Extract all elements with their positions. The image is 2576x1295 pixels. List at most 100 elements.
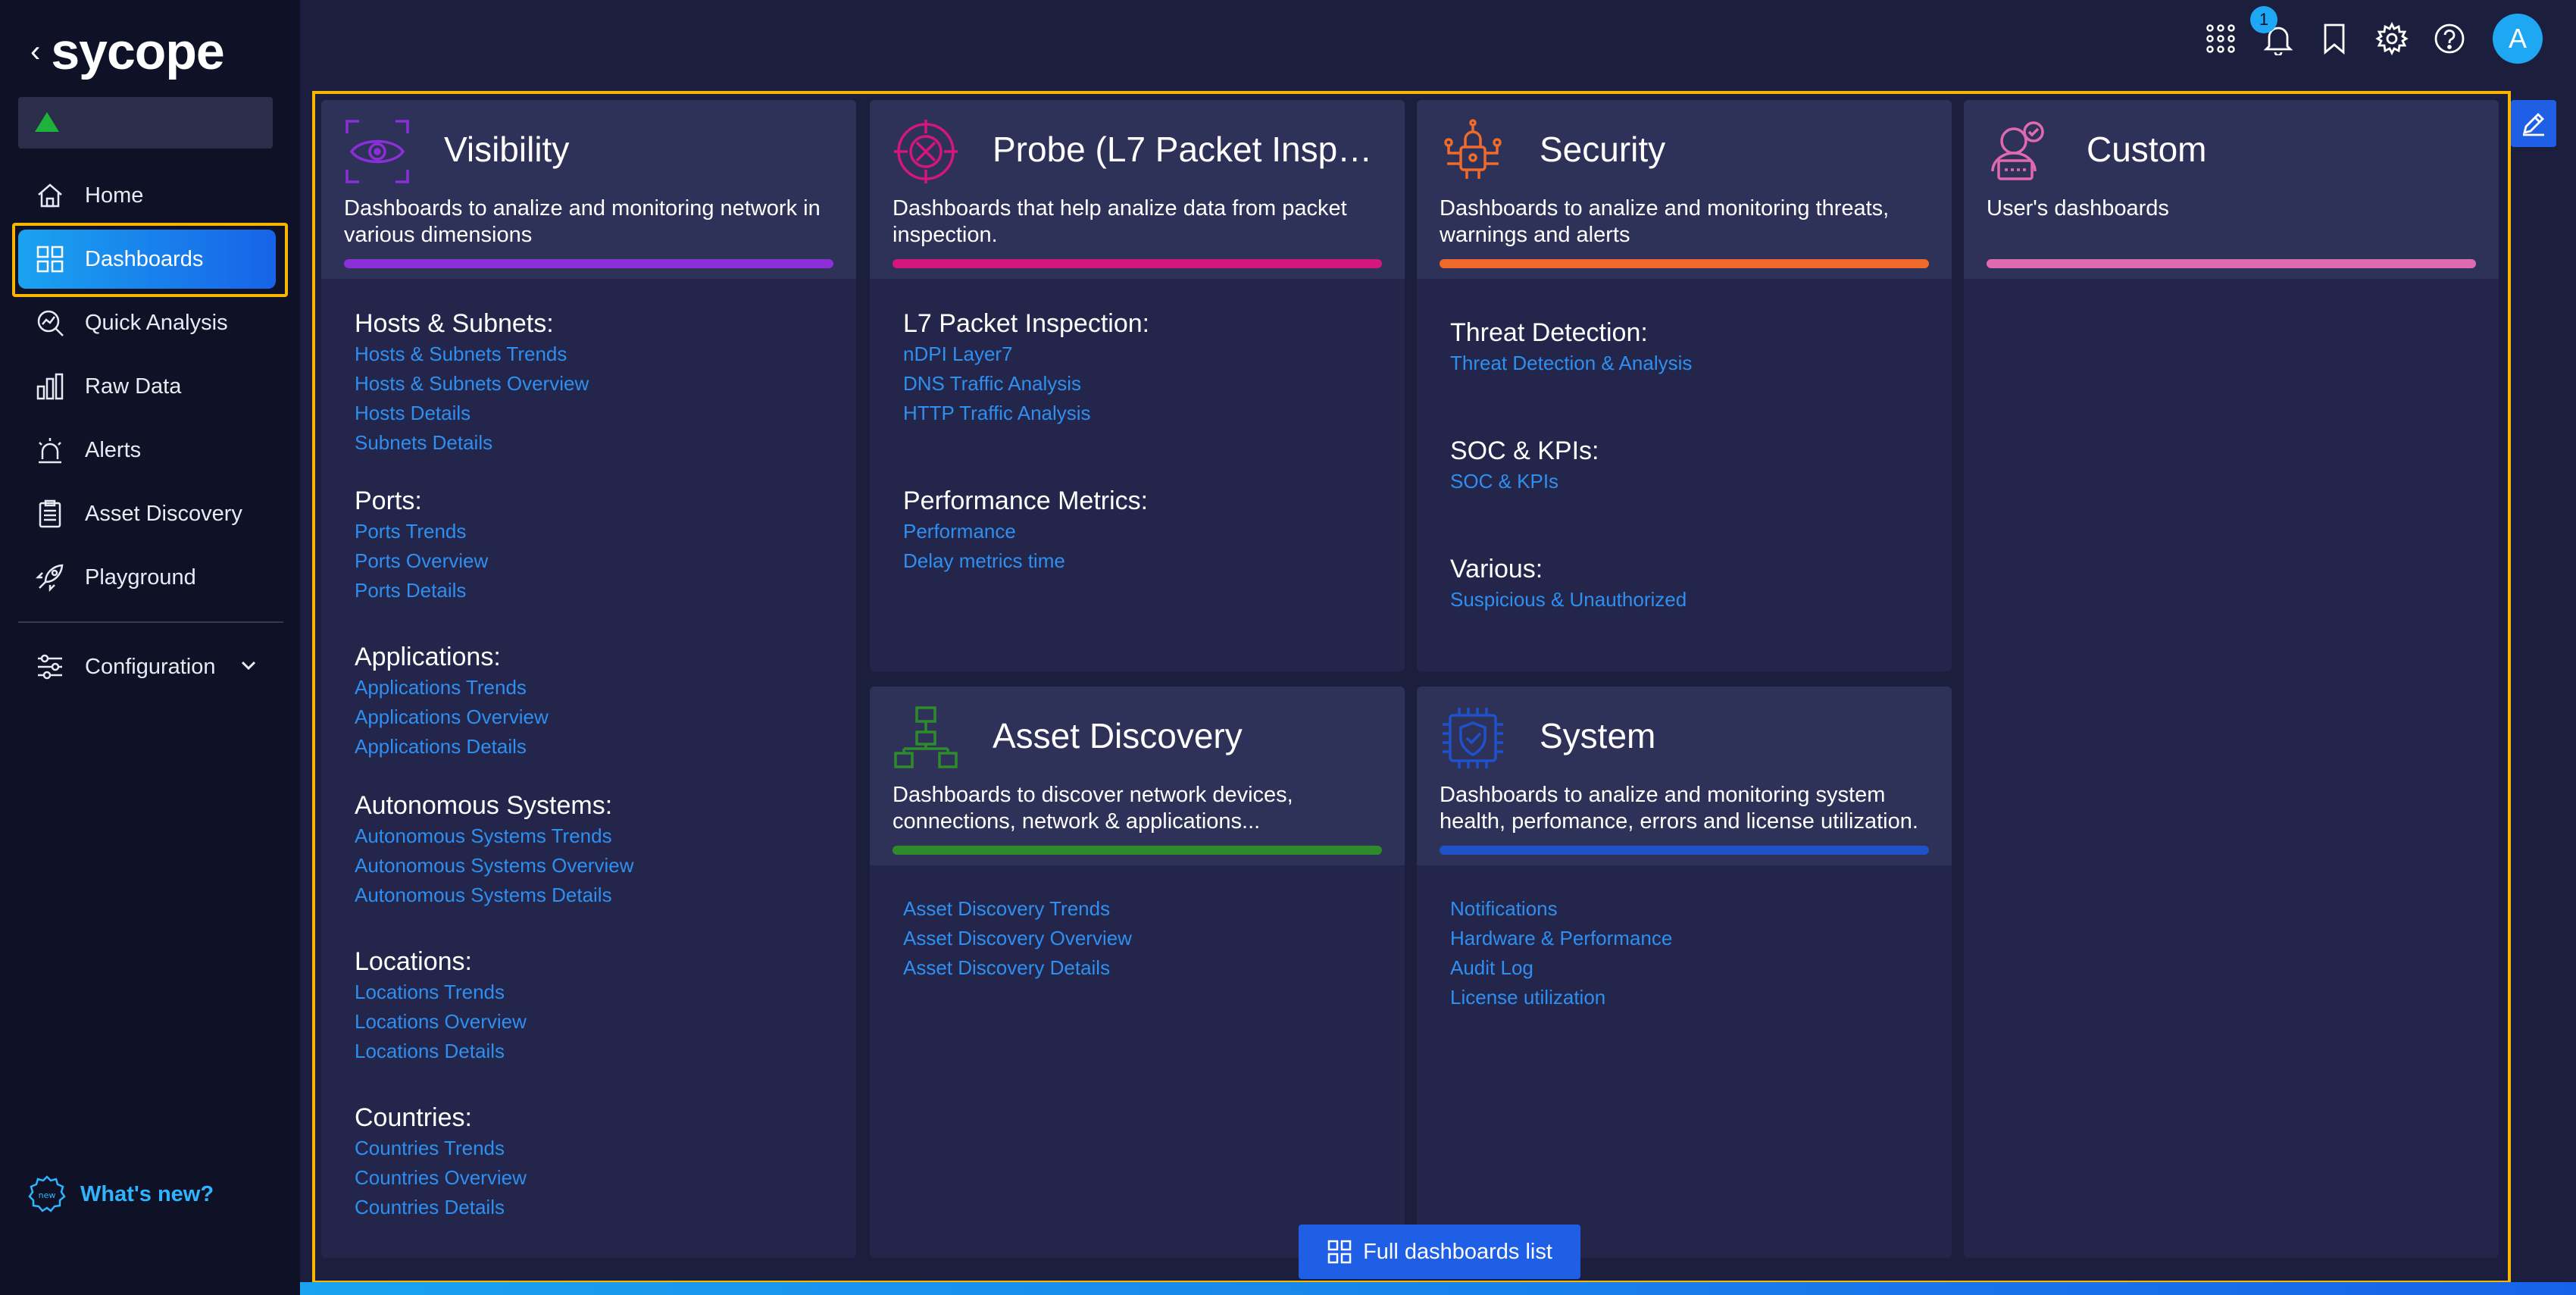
sliders-icon xyxy=(33,650,67,683)
card-title[interactable]: Asset Discovery xyxy=(993,715,1386,756)
dashboard-link[interactable]: Asset Discovery Trends xyxy=(903,897,1110,921)
dashboard-link[interactable]: nDPI Layer7 xyxy=(903,343,1013,366)
dashboard-link[interactable]: Ports Trends xyxy=(355,520,466,543)
sidebar-item-configuration[interactable]: Configuration xyxy=(18,637,276,696)
section-title: Autonomous Systems: xyxy=(355,791,613,820)
sidebar-item-alerts[interactable]: Alerts xyxy=(18,421,276,480)
card-description: User's dashboards xyxy=(1987,196,2169,221)
card-probe: Probe (L7 Packet Inspecti... Dashboards … xyxy=(870,100,1405,671)
dashboard-link[interactable]: HTTP Traffic Analysis xyxy=(903,402,1091,425)
sidebar-item-label: Configuration xyxy=(85,654,216,679)
card-title[interactable]: Visibility xyxy=(444,129,838,170)
card-title[interactable]: Custom xyxy=(2087,129,2481,170)
dashboard-link[interactable]: Countries Details xyxy=(355,1196,505,1219)
dashboard-link[interactable]: Hosts & Subnets Overview xyxy=(355,372,589,396)
full-dashboards-list-button[interactable]: Full dashboards list xyxy=(1299,1225,1580,1279)
section-title: Hosts & Subnets: xyxy=(355,309,554,338)
chevron-down-icon[interactable] xyxy=(239,659,258,675)
dashboard-link[interactable]: Audit Log xyxy=(1450,956,1533,980)
dashboard-link[interactable]: Applications Trends xyxy=(355,676,527,699)
bookmark-icon[interactable] xyxy=(2315,20,2353,58)
news-badge-icon: new xyxy=(28,1175,66,1212)
dashboard-link[interactable]: Locations Overview xyxy=(355,1010,527,1034)
card-header: Security Dashboards to analize and monit… xyxy=(1417,100,1952,279)
svg-text:new: new xyxy=(39,1190,56,1200)
section-title: SOC & KPIs: xyxy=(1450,436,1599,465)
dashboard-link[interactable]: Applications Details xyxy=(355,735,527,759)
sidebar: ‹ sycope Home Dashboards Quick Analysis … xyxy=(0,0,300,1295)
dashboard-link[interactable]: Countries Trends xyxy=(355,1137,505,1160)
dashboard-link[interactable]: Autonomous Systems Details xyxy=(355,884,612,907)
sidebar-item-label: Home xyxy=(85,183,144,208)
dashboard-link[interactable]: Hosts Details xyxy=(355,402,470,425)
help-icon[interactable] xyxy=(2431,20,2468,58)
bar-chart-icon xyxy=(33,370,67,403)
sidebar-item-quick-analysis[interactable]: Quick Analysis xyxy=(18,293,276,352)
logo-row: ‹ sycope xyxy=(30,21,225,82)
security-bug-icon xyxy=(1444,119,1502,179)
dashboard-link[interactable]: Subnets Details xyxy=(355,431,492,455)
avatar[interactable]: A xyxy=(2493,14,2543,64)
card-title[interactable]: Probe (L7 Packet Inspecti... xyxy=(993,129,1386,170)
sidebar-item-playground[interactable]: Playground xyxy=(18,548,276,607)
dashboard-link[interactable]: Suspicious & Unauthorized xyxy=(1450,588,1687,612)
whats-new-link[interactable]: new What's new? xyxy=(27,1175,214,1214)
card-description: Dashboards that help analize data from p… xyxy=(893,196,1347,247)
dashboard-link[interactable]: Notifications xyxy=(1450,897,1558,921)
chevron-left-icon[interactable]: ‹ xyxy=(30,36,40,67)
card-system: System Dashboards to analize and monitor… xyxy=(1417,687,1952,1258)
sidebar-item-dashboards[interactable]: Dashboards xyxy=(18,230,276,289)
dashboard-link[interactable]: Ports Overview xyxy=(355,549,488,573)
sidebar-item-asset-discovery[interactable]: Asset Discovery xyxy=(18,484,276,543)
dashboard-grid-icon xyxy=(1327,1240,1352,1264)
sidebar-divider xyxy=(18,621,283,623)
card-description: Dashboards to analize and monitoring thr… xyxy=(1440,196,1890,247)
dashboard-link[interactable]: SOC & KPIs xyxy=(1450,470,1558,493)
sidebar-item-label: Raw Data xyxy=(85,374,182,399)
app-logo[interactable]: sycope xyxy=(51,22,224,81)
section-title: L7 Packet Inspection: xyxy=(903,309,1150,338)
card-description: Dashboards to discover network devices, … xyxy=(893,783,1293,834)
sidebar-item-label: Quick Analysis xyxy=(85,310,228,335)
dashboard-link[interactable]: Hardware & Performance xyxy=(1450,927,1672,950)
sidebar-item-home[interactable]: Home xyxy=(18,166,276,225)
dashboard-link[interactable]: Delay metrics time xyxy=(903,549,1065,573)
dashboard-link[interactable]: DNS Traffic Analysis xyxy=(903,372,1081,396)
dashboard-link[interactable]: License utilization xyxy=(1450,986,1605,1009)
dashboard-link[interactable]: Autonomous Systems Overview xyxy=(355,854,633,877)
bottom-scrollbar[interactable] xyxy=(300,1282,2576,1295)
card-title[interactable]: System xyxy=(1540,715,1934,756)
dashboard-link[interactable]: Performance xyxy=(903,520,1016,543)
alarm-icon xyxy=(33,433,67,467)
sidebar-item-raw-data[interactable]: Raw Data xyxy=(18,357,276,416)
dashboard-link[interactable]: Applications Overview xyxy=(355,705,549,729)
dashboard-link[interactable]: Threat Detection & Analysis xyxy=(1450,352,1692,375)
card-color-bar xyxy=(344,259,833,268)
sidebar-item-label: Dashboards xyxy=(85,246,204,271)
dashboard-link[interactable]: Asset Discovery Details xyxy=(903,956,1110,980)
whats-new-label: What's new? xyxy=(80,1181,214,1206)
card-description: Dashboards to analize and monitoring sys… xyxy=(1440,783,1918,834)
dashboard-link[interactable]: Locations Details xyxy=(355,1040,505,1063)
dashboard-link[interactable]: Hosts & Subnets Trends xyxy=(355,343,567,366)
dashboard-link[interactable]: Asset Discovery Overview xyxy=(903,927,1132,950)
section-title: Applications: xyxy=(355,643,501,671)
status-indicator[interactable] xyxy=(18,97,273,149)
gear-icon[interactable] xyxy=(2373,20,2411,58)
rocket-icon xyxy=(33,561,67,594)
dashboard-link[interactable]: Ports Details xyxy=(355,579,466,602)
edit-button[interactable] xyxy=(2511,100,2556,147)
card-color-bar xyxy=(1440,846,1929,855)
dashboard-grid-icon xyxy=(33,242,67,276)
notification-badge[interactable]: 1 xyxy=(2250,6,2277,33)
dashboard-link[interactable]: Countries Overview xyxy=(355,1166,527,1190)
section-title: Threat Detection: xyxy=(1450,318,1648,347)
dashboard-link[interactable]: Autonomous Systems Trends xyxy=(355,824,612,848)
section-title: Ports: xyxy=(355,486,422,515)
pencil-icon xyxy=(2523,113,2544,136)
apps-grid-icon[interactable] xyxy=(2202,20,2240,58)
card-custom: Custom User's dashboards xyxy=(1964,100,2499,1258)
network-tree-icon xyxy=(894,706,958,768)
card-title[interactable]: Security xyxy=(1540,129,1934,170)
dashboard-link[interactable]: Locations Trends xyxy=(355,981,505,1004)
